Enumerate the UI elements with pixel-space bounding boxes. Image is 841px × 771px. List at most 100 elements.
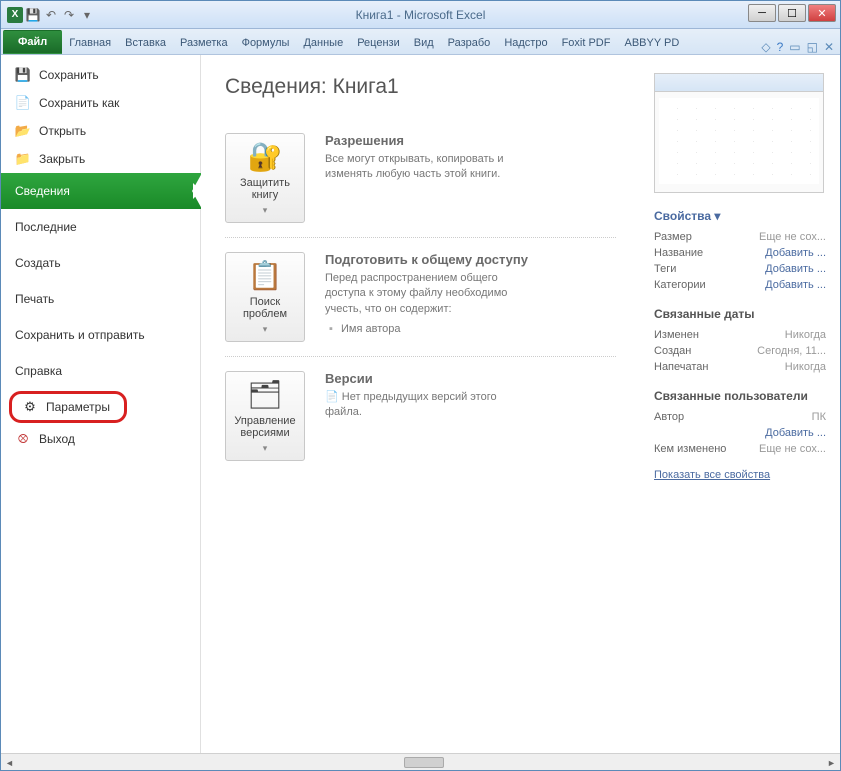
- label: Выход: [39, 432, 75, 446]
- qat-more-icon[interactable]: ▾: [79, 7, 95, 23]
- app-window: X 💾 ↶ ↷ ▾ Книга1 - Microsoft Excel ─ ☐ ✕…: [0, 0, 841, 771]
- sidebar-item-options[interactable]: ⚙ Параметры: [18, 397, 118, 417]
- show-all-properties-link[interactable]: Показать все свойства: [654, 469, 770, 481]
- tab-insert[interactable]: Вставка: [118, 32, 173, 54]
- ribbon-collapse-icon[interactable]: ◇: [761, 40, 770, 54]
- prop-printed: НапечатанНикогда: [654, 359, 826, 375]
- prepare-section: 📋 Поиск проблем ▾ Подготовить к общему д…: [225, 238, 616, 357]
- scroll-right-icon[interactable]: ►: [823, 755, 840, 770]
- related-users-heading: Связанные пользователи: [654, 389, 826, 403]
- tab-addins[interactable]: Надстро: [497, 32, 554, 54]
- label: Сведения: [15, 184, 70, 198]
- prop-size: РазмерЕще не сох...: [654, 229, 826, 245]
- sidebar-item-save-as[interactable]: 📄 Сохранить как: [1, 89, 200, 117]
- tab-developer[interactable]: Разрабо: [441, 32, 498, 54]
- label: Справка: [15, 364, 62, 378]
- sidebar-item-print[interactable]: Печать: [1, 281, 200, 317]
- backstage-main: Сведения: Книга1 🔐 Защитить книгу ▾ Разр…: [201, 55, 840, 753]
- label: Поиск проблем: [230, 296, 300, 320]
- backstage-view: 💾 Сохранить 📄 Сохранить как 📂Открыть 📁Закр…: [1, 55, 840, 753]
- chevron-down-icon: ▾: [263, 443, 268, 454]
- related-dates-heading: Связанные даты: [654, 307, 826, 321]
- chevron-down-icon: ▾: [263, 205, 268, 216]
- exit-icon: ⮾: [15, 431, 31, 447]
- ribbon-help-area: ◇ ? ▭ ◱ ✕: [761, 40, 834, 54]
- prop-author-add[interactable]: Добавить ...: [654, 425, 826, 441]
- protect-workbook-button[interactable]: 🔐 Защитить книгу ▾: [225, 133, 305, 223]
- prop-tags: ТегиДобавить ...: [654, 261, 826, 277]
- sidebar-item-save-send[interactable]: Сохранить и отправить: [1, 317, 200, 353]
- tab-formulas[interactable]: Формулы: [235, 32, 297, 54]
- permissions-heading: Разрешения: [325, 133, 525, 148]
- document-thumbnail[interactable]: [654, 73, 824, 193]
- excel-icon: X: [7, 7, 23, 23]
- versions-icon: 🗂: [247, 378, 283, 411]
- window-close-icon[interactable]: ✕: [824, 40, 834, 54]
- label: Последние: [15, 220, 77, 234]
- document-icon: 📄: [325, 391, 339, 403]
- tab-foxit[interactable]: Foxit PDF: [555, 32, 618, 54]
- folder-icon: 📁: [15, 151, 31, 167]
- sidebar-item-exit[interactable]: ⮾ Выход: [1, 425, 200, 453]
- label: Открыть: [39, 124, 86, 138]
- prop-author: АвторПК: [654, 409, 826, 425]
- window-min-icon[interactable]: ▭: [789, 40, 800, 54]
- backstage-sidebar: 💾 Сохранить 📄 Сохранить как 📂Открыть 📁Закр…: [1, 55, 201, 753]
- sidebar-item-new[interactable]: Создать: [1, 245, 200, 281]
- tab-view[interactable]: Вид: [407, 32, 441, 54]
- versions-text: 📄 Нет предыдущих версий этого файла.: [325, 390, 525, 421]
- scroll-left-icon[interactable]: ◄: [1, 755, 18, 770]
- prop-title: НазваниеДобавить ...: [654, 245, 826, 261]
- tab-home[interactable]: Главная: [62, 32, 118, 54]
- lock-icon: 🔐: [248, 140, 283, 173]
- label: Сохранить как: [39, 96, 119, 110]
- tab-abbyy[interactable]: ABBYY PD: [617, 32, 686, 54]
- save-icon: 💾: [15, 67, 31, 83]
- close-button[interactable]: ✕: [808, 4, 836, 22]
- save-as-icon: 📄: [15, 95, 31, 111]
- quick-access-toolbar: X 💾 ↶ ↷ ▾: [1, 7, 101, 23]
- page-title: Сведения: Книга1: [225, 75, 616, 99]
- versions-section: 🗂 Управление версиями ▾ Версии 📄 Нет пре…: [225, 357, 616, 475]
- chevron-down-icon: ▾: [263, 324, 268, 335]
- permissions-section: 🔐 Защитить книгу ▾ Разрешения Все могут …: [225, 119, 616, 238]
- manage-versions-button[interactable]: 🗂 Управление версиями ▾: [225, 371, 305, 461]
- window-restore-icon[interactable]: ◱: [807, 40, 818, 54]
- window-title: Книга1 - Microsoft Excel: [356, 8, 486, 22]
- prepare-item-author: Имя автора: [325, 323, 528, 335]
- check-issues-button[interactable]: 📋 Поиск проблем ▾: [225, 252, 305, 342]
- prop-modified: ИзмененНикогда: [654, 327, 826, 343]
- info-content: Сведения: Книга1 🔐 Защитить книгу ▾ Разр…: [201, 55, 640, 753]
- label: Параметры: [46, 400, 110, 414]
- sidebar-item-help[interactable]: Справка: [1, 353, 200, 389]
- tab-file[interactable]: Файл: [3, 30, 62, 54]
- maximize-button[interactable]: ☐: [778, 4, 806, 22]
- sidebar-item-save[interactable]: 💾 Сохранить: [1, 61, 200, 89]
- undo-icon[interactable]: ↶: [43, 7, 59, 23]
- highlight-annotation: ⚙ Параметры: [9, 391, 127, 423]
- save-icon[interactable]: 💾: [25, 7, 41, 23]
- prepare-heading: Подготовить к общему доступу: [325, 252, 528, 267]
- prop-changed-by: Кем измененоЕще не сох...: [654, 441, 826, 457]
- tab-data[interactable]: Данные: [296, 32, 350, 54]
- sidebar-item-info[interactable]: Сведения: [1, 173, 201, 209]
- help-icon[interactable]: ?: [777, 40, 784, 54]
- tab-layout[interactable]: Разметка: [173, 32, 235, 54]
- ribbon-tabs: Файл Главная Вставка Разметка Формулы Да…: [1, 29, 840, 55]
- label: Сохранить и отправить: [15, 328, 145, 342]
- scroll-thumb[interactable]: [404, 757, 444, 768]
- versions-heading: Версии: [325, 371, 525, 386]
- prop-created: СозданСегодня, 11...: [654, 343, 826, 359]
- redo-icon[interactable]: ↷: [61, 7, 77, 23]
- options-icon: ⚙: [22, 399, 38, 415]
- horizontal-scrollbar[interactable]: ◄ ►: [1, 753, 840, 770]
- minimize-button[interactable]: ─: [748, 4, 776, 22]
- label: Сохранить: [39, 68, 99, 82]
- label: Управление версиями: [230, 415, 300, 439]
- properties-panel: Свойства ▾ РазмерЕще не сох... НазваниеД…: [640, 55, 840, 753]
- sidebar-item-recent[interactable]: Последние: [1, 209, 200, 245]
- tab-review[interactable]: Рецензи: [350, 32, 407, 54]
- properties-dropdown[interactable]: Свойства ▾: [654, 209, 826, 223]
- sidebar-item-close[interactable]: 📁Закрыть: [1, 145, 200, 173]
- sidebar-item-open[interactable]: 📂Открыть: [1, 117, 200, 145]
